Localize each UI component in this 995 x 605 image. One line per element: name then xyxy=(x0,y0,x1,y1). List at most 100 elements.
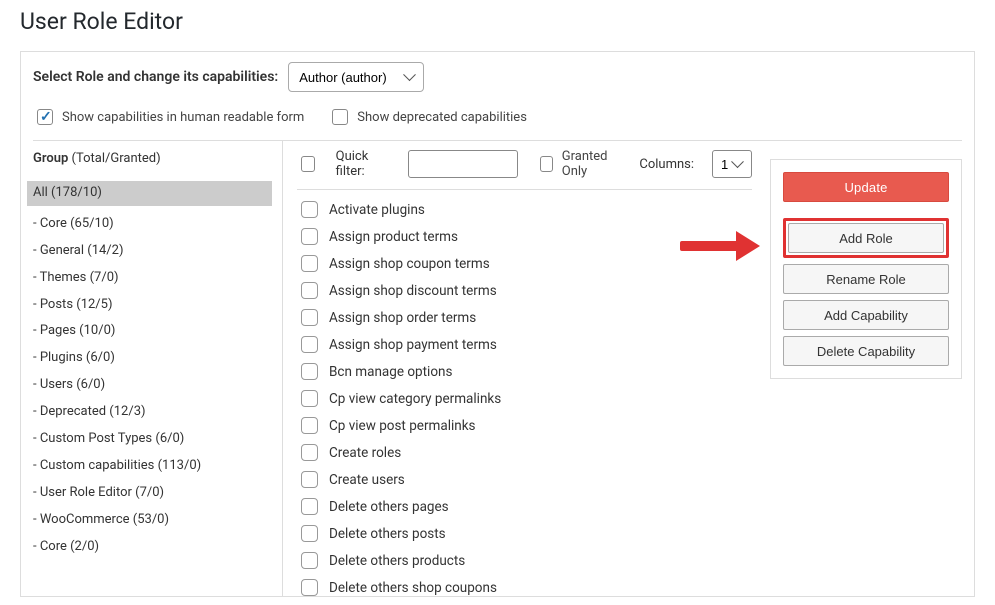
capability-item[interactable]: Cp view post permalinks xyxy=(297,412,752,439)
display-options-row: Show capabilities in human readable form… xyxy=(33,102,962,141)
group-tree-item[interactable]: - Users (6/0) xyxy=(33,372,282,399)
capability-checkbox[interactable] xyxy=(301,282,318,299)
capability-item[interactable]: Assign shop payment terms xyxy=(297,331,752,358)
capability-label: Delete others products xyxy=(329,553,465,569)
group-tree-item[interactable]: - Plugins (6/0) xyxy=(33,345,282,372)
group-tree-item-label[interactable]: - Custom capabilities (113/0) xyxy=(33,458,201,475)
group-sidebar: Group (Total/Granted) All (178/10) - Core… xyxy=(33,141,283,596)
role-select-row: Select Role and change its capabilities:… xyxy=(33,62,962,92)
granted-only-option[interactable]: Granted Only xyxy=(536,149,622,179)
capability-item[interactable]: Cp view category permalinks xyxy=(297,385,752,412)
group-tree-item-label[interactable]: - Themes (7/0) xyxy=(33,270,119,287)
group-tree-item-label[interactable]: - Users (6/0) xyxy=(33,377,105,394)
group-tree-item-label[interactable]: All (178/10) xyxy=(27,181,272,206)
capability-item[interactable]: Delete others posts xyxy=(297,520,752,547)
capability-checkbox[interactable] xyxy=(301,471,318,488)
capability-checkbox[interactable] xyxy=(301,201,318,218)
capability-label: Assign product terms xyxy=(329,229,458,245)
group-header-label: Group xyxy=(33,151,68,166)
group-tree-item[interactable]: - Themes (7/0) xyxy=(33,265,282,292)
capability-item[interactable]: Assign shop coupon terms xyxy=(297,250,752,277)
granted-only-label: Granted Only xyxy=(562,149,622,179)
group-tree-item[interactable]: - Pages (10/0) xyxy=(33,318,282,345)
group-tree-item-label[interactable]: - User Role Editor (7/0) xyxy=(33,485,164,502)
actions-panel: Update Add Role Rename Role Add Capabili… xyxy=(770,159,962,379)
capability-label: Assign shop coupon terms xyxy=(329,256,490,272)
body-row: Group (Total/Granted) All (178/10) - Core… xyxy=(33,141,962,596)
capability-checkbox[interactable] xyxy=(301,579,318,596)
rename-role-button[interactable]: Rename Role xyxy=(783,264,949,294)
capability-item[interactable]: Create users xyxy=(297,466,752,493)
group-tree-item[interactable]: - WooCommerce (53/0) xyxy=(33,507,282,534)
group-tree-item-label[interactable]: - Plugins (6/0) xyxy=(33,350,115,367)
group-tree-item[interactable]: - Deprecated (12/3) xyxy=(33,399,282,426)
capability-item[interactable]: Assign shop order terms xyxy=(297,304,752,331)
group-tree-item-label[interactable]: - Deprecated (12/3) xyxy=(33,404,146,421)
capability-checkbox[interactable] xyxy=(301,498,318,515)
capability-label: Delete others pages xyxy=(329,499,449,515)
deprecated-checkbox[interactable] xyxy=(332,109,348,125)
deprecated-label: Show deprecated capabilities xyxy=(357,110,527,125)
delete-capability-button[interactable]: Delete Capability xyxy=(783,336,949,366)
group-tree: All (178/10) - Core (65/10) - General (14/… xyxy=(33,176,282,560)
granted-only-checkbox[interactable] xyxy=(540,156,553,172)
group-tree-item-label[interactable]: - WooCommerce (53/0) xyxy=(33,512,169,529)
group-header: Group (Total/Granted) xyxy=(33,151,282,166)
group-tree-item-label[interactable]: - Posts (12/5) xyxy=(33,297,113,314)
capability-item[interactable]: Delete others shop coupons xyxy=(297,574,752,596)
capability-item[interactable]: Delete others pages xyxy=(297,493,752,520)
quick-filter-input[interactable] xyxy=(408,150,518,178)
group-tree-item[interactable]: - Core (65/10) xyxy=(33,211,282,238)
capability-label: Create users xyxy=(329,472,405,488)
human-readable-option[interactable]: Show capabilities in human readable form xyxy=(33,106,304,128)
capability-item[interactable]: Delete others products xyxy=(297,547,752,574)
capability-item[interactable]: Bcn manage options xyxy=(297,358,752,385)
capability-checkbox[interactable] xyxy=(301,417,318,434)
capability-checkbox[interactable] xyxy=(301,309,318,326)
deprecated-option[interactable]: Show deprecated capabilities xyxy=(328,106,527,128)
columns-label: Columns: xyxy=(639,157,694,172)
group-tree-item-label[interactable]: - Core (65/10) xyxy=(33,216,114,233)
capability-label: Delete others shop coupons xyxy=(329,580,497,596)
capability-checkbox[interactable] xyxy=(301,228,318,245)
capability-item[interactable]: Create roles xyxy=(297,439,752,466)
add-capability-button[interactable]: Add Capability xyxy=(783,300,949,330)
group-tree-item[interactable]: - Posts (12/5) xyxy=(33,292,282,319)
capability-checkbox[interactable] xyxy=(301,525,318,542)
capability-checkbox[interactable] xyxy=(301,255,318,272)
group-tree-item[interactable]: All (178/10) xyxy=(33,176,282,211)
group-tree-item-label[interactable]: - General (14/2) xyxy=(33,243,124,260)
human-readable-checkbox[interactable] xyxy=(37,109,53,125)
group-tree-item-label[interactable]: - Core (2/0) xyxy=(33,539,99,556)
capability-checkbox[interactable] xyxy=(301,336,318,353)
capability-label: Create roles xyxy=(329,445,401,461)
capability-item[interactable]: Assign shop discount terms xyxy=(297,277,752,304)
group-tree-item[interactable]: - User Role Editor (7/0) xyxy=(33,480,282,507)
update-button[interactable]: Update xyxy=(783,172,949,202)
capability-item[interactable]: Assign product terms xyxy=(297,223,752,250)
capability-checkbox[interactable] xyxy=(301,390,318,407)
capability-checkbox[interactable] xyxy=(301,363,318,380)
add-role-button[interactable]: Add Role xyxy=(788,223,944,253)
group-tree-item-label[interactable]: - Custom Post Types (6/0) xyxy=(33,431,184,448)
columns-select[interactable]: 1 xyxy=(712,150,752,178)
group-tree-item[interactable]: - Custom Post Types (6/0) xyxy=(33,426,282,453)
group-tree-item[interactable]: - Custom capabilities (113/0) xyxy=(33,453,282,480)
group-header-sub: (Total/Granted) xyxy=(72,151,161,166)
select-all-checkbox[interactable] xyxy=(301,156,315,172)
capability-checkbox[interactable] xyxy=(301,444,318,461)
capability-label: Cp view post permalinks xyxy=(329,418,476,434)
capability-item[interactable]: Activate plugins xyxy=(297,196,752,223)
capability-label: Cp view category permalinks xyxy=(329,391,501,407)
capability-label: Bcn manage options xyxy=(329,364,452,380)
page-title: User Role Editor xyxy=(20,8,975,35)
capabilities-column: Quick filter: Granted Only Columns: 1 Ac… xyxy=(283,141,752,596)
actions-column: Update Add Role Rename Role Add Capabili… xyxy=(752,141,962,596)
group-tree-item[interactable]: - General (14/2) xyxy=(33,238,282,265)
capability-checkbox[interactable] xyxy=(301,552,318,569)
human-readable-label: Show capabilities in human readable form xyxy=(62,110,304,125)
capabilities-list[interactable]: Activate plugins Assign product terms Assi… xyxy=(297,196,752,596)
group-tree-item-label[interactable]: - Pages (10/0) xyxy=(33,323,115,340)
group-tree-item[interactable]: - Core (2/0) xyxy=(33,534,282,561)
role-select[interactable]: Author (author) xyxy=(288,62,424,92)
